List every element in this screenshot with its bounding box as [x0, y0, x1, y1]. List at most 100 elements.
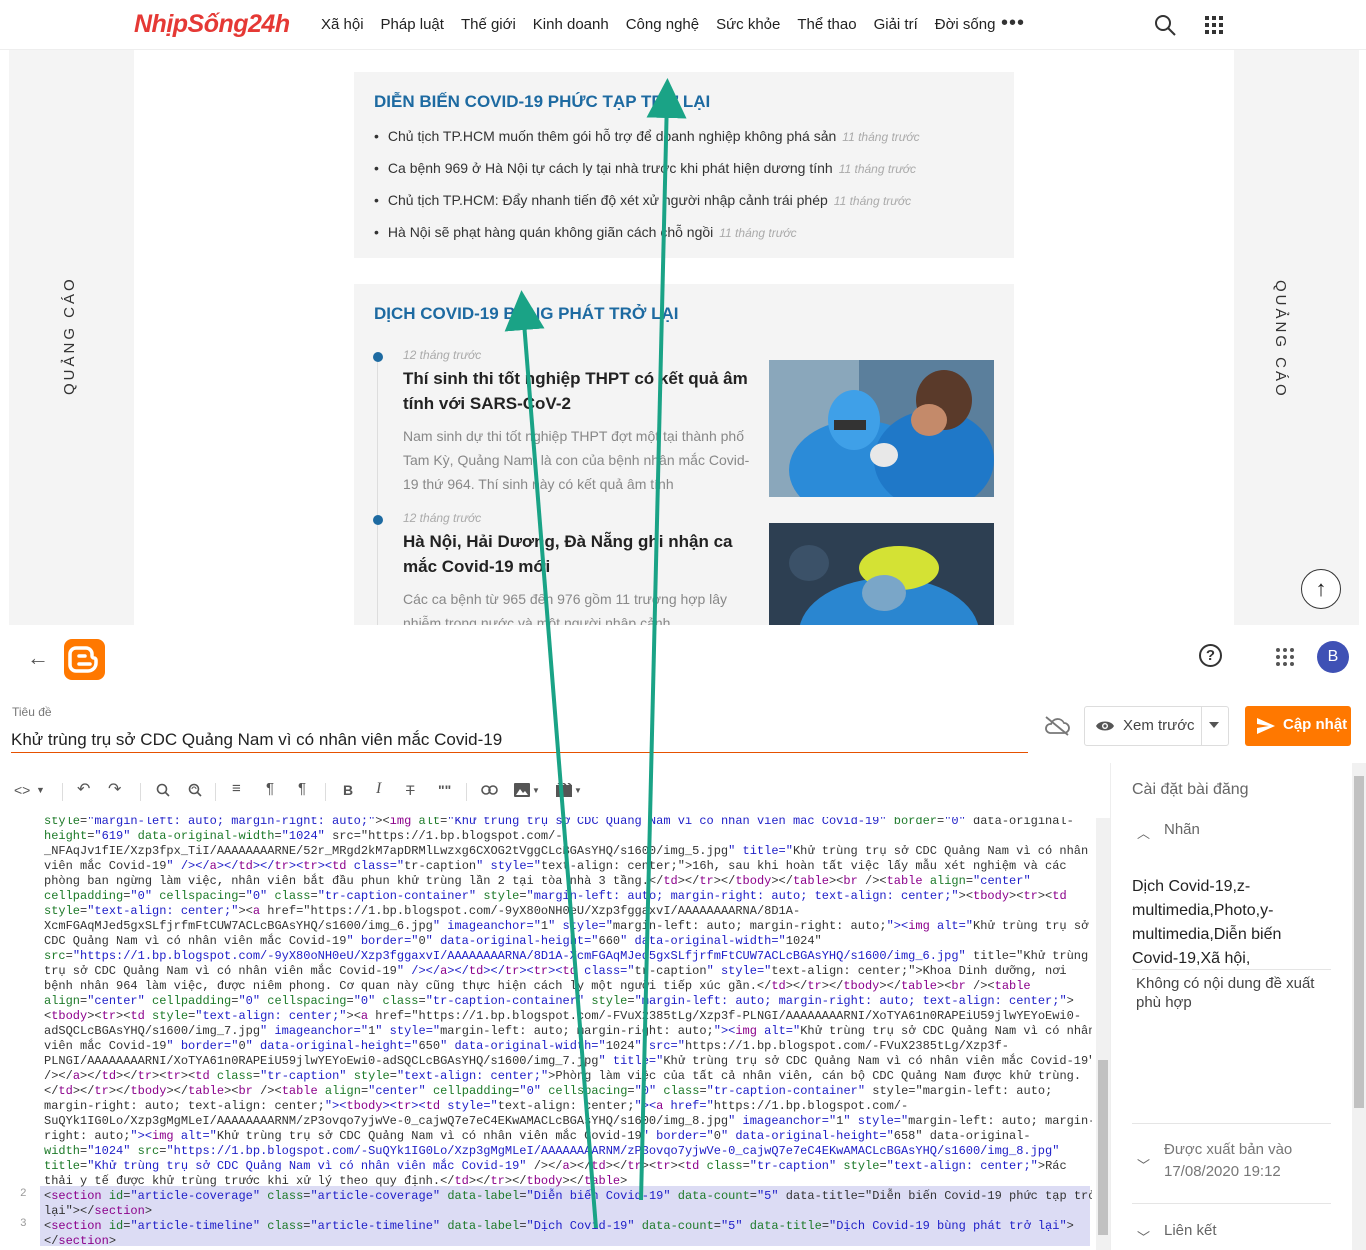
apps-grid-icon[interactable]: [1276, 648, 1294, 666]
code-line[interactable]: PLNGI/AAAAAAAARNI/XoTYA61n0RAPEiU59jlwYE…: [44, 1054, 1092, 1069]
search-icon[interactable]: [156, 783, 170, 797]
help-icon[interactable]: ?: [1199, 644, 1222, 667]
nav-item-doi-song[interactable]: Đời sống: [935, 16, 996, 33]
avatar[interactable]: B: [1317, 641, 1349, 673]
nav-item-the-thao[interactable]: Thể thao: [797, 16, 856, 33]
back-arrow-icon[interactable]: ←: [27, 645, 49, 671]
nav-item-the-gioi[interactable]: Thế giới: [461, 16, 516, 33]
apps-grid-icon[interactable]: [1205, 16, 1223, 34]
site-logo[interactable]: NhịpSống24h: [134, 10, 290, 39]
code-line[interactable]: src="https://1.bp.blogspot.com/-9yX80oNH…: [44, 949, 1092, 964]
editor-scrollbar-thumb[interactable]: [1098, 1060, 1108, 1235]
undo-icon[interactable]: ↶: [77, 779, 90, 799]
timeline-article[interactable]: 12 tháng trước Thí sinh thi tốt nghiệp T…: [403, 348, 753, 496]
code-line[interactable]: phòng ban ngừng làm việc, nhân viên bắt …: [44, 874, 1092, 889]
code-line[interactable]: viên mắc Covid-19" /></a></td></tr><tr><…: [44, 859, 1092, 874]
ltr-icon[interactable]: ¶: [266, 780, 274, 797]
code-line[interactable]: SuQYk1IG0Lo/Xzp3gMgMLeI/AAAAAAAARNM/zP3o…: [44, 1114, 1092, 1129]
editor-toolbar: <> ▼ ↶ ↷ ≡ ¶ ¶ B I T "" ▼ ▼: [0, 775, 1100, 807]
article-thumbnail[interactable]: [769, 523, 994, 625]
nav-item-kinh-doanh[interactable]: Kinh doanh: [533, 16, 609, 33]
nav-item-cong-nghe[interactable]: Công nghệ: [626, 16, 699, 33]
code-line[interactable]: style="text-align: center;"><a href="htt…: [44, 904, 1092, 919]
chevron-down-icon[interactable]: [1209, 722, 1219, 728]
code-line[interactable]: lại"></section>: [44, 1204, 1092, 1219]
code-line[interactable]: <tbody><tr><td style="text-align: center…: [44, 1009, 1092, 1024]
code-line[interactable]: trụ sở CDC Quảng Nam vì có nhân viên mắc…: [44, 964, 1092, 979]
nav-item-phap-luat[interactable]: Pháp luật: [381, 16, 444, 33]
code-text[interactable]: style="margin-left: auto; margin-right: …: [44, 817, 1092, 1249]
update-button[interactable]: Cập nhật: [1245, 706, 1351, 746]
code-line[interactable]: </td></tr></tbody></table><br /><table a…: [44, 1084, 1092, 1099]
code-line[interactable]: XcmFGAqMJed5gxSLfjrfmFtCUW7ACLcBGAsYHQ/s…: [44, 919, 1092, 934]
code-line[interactable]: _NFAqJv1fIE/Xzp3fpx_TiI/AAAAAAAARNE/52r_…: [44, 844, 1092, 859]
quote-button[interactable]: "": [438, 782, 451, 798]
list-item[interactable]: Chủ tịch TP.HCM muốn thêm gói hỗ trợ để …: [374, 128, 920, 160]
chevron-down-icon[interactable]: ▼: [36, 785, 45, 795]
preview-button[interactable]: Xem trước: [1084, 706, 1229, 746]
align-icon[interactable]: ≡: [232, 780, 241, 797]
timeline-dot: [373, 515, 383, 525]
find-replace-icon[interactable]: [188, 783, 202, 797]
nav-more-icon[interactable]: •••: [1001, 12, 1025, 35]
chevron-down-icon[interactable]: ﹀: [1137, 1227, 1150, 1246]
ad-label-right: QUẢNG CÁO: [1272, 280, 1289, 399]
code-line[interactable]: style="margin-left: auto; margin-right: …: [44, 817, 1092, 829]
list-item[interactable]: Chủ tịch TP.HCM: Đẩy nhanh tiến độ xét x…: [374, 192, 920, 224]
post-title-input[interactable]: Khử trùng trụ sở CDC Quảng Nam vì có nhâ…: [11, 730, 1028, 753]
chevron-up-icon[interactable]: ︿: [1137, 823, 1150, 842]
panel-scrollbar-thumb[interactable]: [1354, 776, 1364, 1108]
code-line[interactable]: cellpadding="0" cellspacing="0" class="t…: [44, 889, 1092, 904]
code-line[interactable]: </section>: [44, 1234, 1092, 1249]
code-line[interactable]: adSQCLcBGAsYHQ/s1600/img_7.jpg" imageanc…: [44, 1024, 1092, 1039]
code-line[interactable]: right: auto;"><img alt="Khử trùng trụ sở…: [44, 1129, 1092, 1144]
html-code-editor[interactable]: 2 3 style="margin-left: auto; margin-rig…: [0, 817, 1092, 1250]
code-line[interactable]: <section id="article-coverage" class="ar…: [44, 1189, 1092, 1204]
nav-item-suc-khoe[interactable]: Sức khỏe: [716, 16, 780, 33]
code-line[interactable]: bệnh nhân 964 làm việc, được niêm phong.…: [44, 979, 1092, 994]
links-section-toggle[interactable]: Liên kết: [1164, 1222, 1217, 1239]
bold-button[interactable]: B: [343, 782, 353, 798]
code-line[interactable]: CDC Quảng Nam vì có nhân viên mắc Covid-…: [44, 934, 1092, 949]
list-item[interactable]: Ca bệnh 969 ở Hà Nội tự cách ly tại nhà …: [374, 160, 920, 192]
line-number: 3: [20, 1218, 27, 1230]
code-line[interactable]: /></a></td></tr><tr><td class="tr-captio…: [44, 1069, 1092, 1084]
ad-label-left: QUẢNG CÁO: [61, 276, 78, 395]
code-line[interactable]: title="Khử trùng trụ sở CDC Quảng Nam vì…: [44, 1159, 1092, 1174]
code-line[interactable]: height="619" data-original-width="1024" …: [44, 829, 1092, 844]
code-line[interactable]: viên mắc Covid-19" border="0" data-origi…: [44, 1039, 1092, 1054]
scroll-top-button[interactable]: ↑: [1301, 569, 1341, 609]
labels-section-toggle[interactable]: Nhãn: [1164, 821, 1200, 838]
video-icon[interactable]: [556, 783, 572, 797]
code-view-toggle[interactable]: <>: [14, 782, 30, 798]
rtl-icon[interactable]: ¶: [298, 780, 306, 797]
code-line[interactable]: align="center" cellpadding="0" cellspaci…: [44, 994, 1092, 1009]
chevron-down-icon[interactable]: ▼: [574, 786, 582, 795]
strikethrough-icon[interactable]: T: [406, 782, 415, 798]
timeline-article[interactable]: 12 tháng trước Hà Nội, Hải Dương, Đà Nẵn…: [403, 511, 753, 625]
link-icon[interactable]: [481, 785, 498, 795]
blogger-logo-icon[interactable]: [64, 639, 105, 680]
redo-icon[interactable]: ↷: [108, 779, 121, 799]
title-label: Tiêu đề: [12, 705, 52, 719]
nav-item-xa-hoi[interactable]: Xã hội: [321, 16, 364, 33]
labels-input[interactable]: Dịch Covid-19,z-multimedia,Photo,y-multi…: [1132, 875, 1332, 971]
nav-menu: Xã hội Pháp luật Thế giới Kinh doanh Côn…: [321, 16, 1012, 33]
timeline-title[interactable]: DỊCH COVID-19 BÙNG PHÁT TRỞ LẠI: [374, 304, 678, 324]
code-line[interactable]: <section id="article-timeline" class="ar…: [44, 1219, 1092, 1234]
chevron-down-icon[interactable]: ▼: [532, 786, 540, 795]
code-line[interactable]: thải y tế được khử trùng trước khi xử lý…: [44, 1174, 1092, 1189]
italic-button[interactable]: I: [376, 780, 381, 798]
list-item[interactable]: Hà Nội sẽ phạt hàng quán không giãn cách…: [374, 224, 920, 256]
article-thumbnail[interactable]: [769, 360, 994, 497]
update-label: Cập nhật: [1283, 716, 1348, 733]
timeline-dot: [373, 352, 383, 362]
coverage-title[interactable]: DIỄN BIẾN COVID-19 PHỨC TẠP TRỞ LẠI: [374, 92, 710, 112]
chevron-down-icon[interactable]: ﹀: [1137, 1155, 1150, 1174]
image-icon[interactable]: [514, 783, 530, 797]
search-icon[interactable]: [1154, 14, 1176, 36]
code-line[interactable]: margin-right: auto; text-align: center;"…: [44, 1099, 1092, 1114]
code-line[interactable]: width="1024" src="https://1.bp.blogspot.…: [44, 1144, 1092, 1159]
nav-item-giai-tri[interactable]: Giải trí: [874, 16, 918, 33]
published-section-toggle[interactable]: Được xuất bản vào: [1164, 1141, 1292, 1158]
